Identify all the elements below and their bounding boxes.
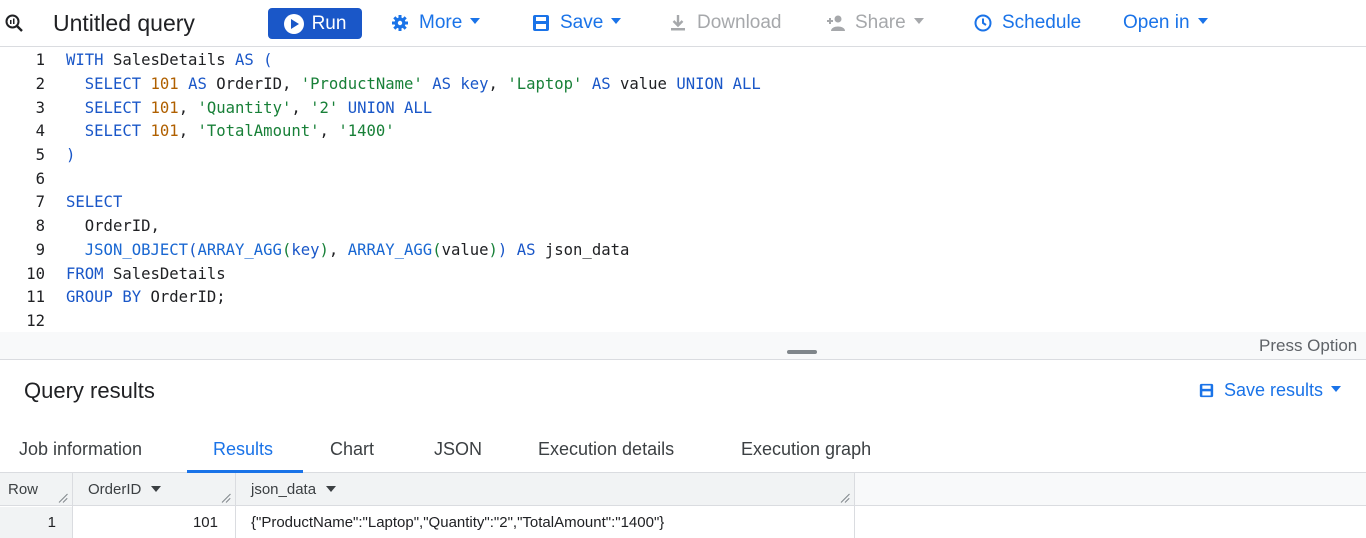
- code-line: ): [66, 146, 76, 164]
- line-number: 4: [35, 122, 45, 140]
- save-button[interactable]: Save: [531, 0, 622, 46]
- keyboard-hint: Press Option: [1259, 336, 1358, 355]
- column-header-orderid[interactable]: OrderID: [88, 473, 162, 506]
- results-tabs: Job information Results Chart JSON Execu…: [0, 428, 1366, 473]
- chevron-down-icon: [470, 18, 481, 24]
- line-number: 6: [35, 170, 45, 188]
- query-title[interactable]: Untitled query: [53, 0, 195, 46]
- code-line: WITH SalesDetails AS (: [66, 51, 273, 69]
- results-title: Query results: [24, 378, 155, 403]
- save-results-label: Save results: [1224, 380, 1324, 400]
- tab-results[interactable]: Results: [213, 428, 273, 473]
- column-header-json-data[interactable]: json_data: [251, 473, 337, 506]
- column-header-label: json_data: [251, 481, 317, 498]
- table-cell-orderid[interactable]: 101: [72, 507, 218, 538]
- play-icon: [283, 13, 304, 34]
- table-cell-json-data[interactable]: {"ProductName":"Laptop","Quantity":"2","…: [251, 507, 664, 538]
- column-header-label: OrderID: [88, 481, 142, 498]
- open-in-button[interactable]: Open in: [1123, 0, 1208, 46]
- column-resize-handle[interactable]: [59, 493, 68, 502]
- column-resize-handle[interactable]: [841, 493, 850, 502]
- chevron-down-icon: [1331, 385, 1342, 392]
- line-number: 8: [35, 217, 45, 235]
- query-icon: [4, 0, 26, 46]
- save-results-button[interactable]: Save results: [1198, 380, 1342, 401]
- query-toolbar: Untitled query Run More Save Download Sh…: [0, 0, 1366, 47]
- save-label: Save: [560, 12, 604, 33]
- line-number: 2: [35, 75, 45, 93]
- pane-resize-handle[interactable]: [787, 350, 817, 354]
- code-line: GROUP BY OrderID;: [66, 288, 226, 306]
- row-number-cell: 1: [47, 514, 56, 531]
- tab-execution-graph[interactable]: Execution graph: [741, 428, 871, 473]
- tab-json[interactable]: JSON: [434, 428, 482, 473]
- code-line: SELECT: [66, 193, 123, 211]
- run-button[interactable]: Run: [268, 8, 362, 39]
- sql-editor[interactable]: 1 2 3 4 5 6 7 8 9 10 11 12 WITH SalesDet…: [0, 48, 1366, 332]
- line-number: 7: [35, 193, 45, 211]
- line-number: 1: [35, 51, 45, 69]
- add-person-icon: [826, 13, 846, 33]
- chevron-down-icon: [913, 18, 924, 24]
- code-line: OrderID,: [66, 217, 160, 235]
- results-table-header: Row OrderID json_data: [0, 473, 854, 506]
- chevron-down-icon: [611, 18, 622, 24]
- chevron-down-icon: [1197, 18, 1208, 24]
- tab-chart[interactable]: Chart: [330, 428, 374, 473]
- more-button[interactable]: More: [390, 0, 481, 46]
- save-icon: [1198, 383, 1214, 399]
- schedule-label: Schedule: [1002, 12, 1082, 33]
- line-number: 10: [26, 265, 45, 283]
- line-number: 11: [26, 288, 45, 306]
- code-line: SELECT 101 AS OrderID, 'ProductName' AS …: [84, 75, 761, 93]
- column-header-row: Row: [8, 481, 39, 498]
- chevron-down-icon: [151, 486, 162, 492]
- chevron-down-icon: [326, 486, 337, 492]
- more-label: More: [419, 12, 463, 33]
- column-resize-handle[interactable]: [222, 493, 231, 502]
- line-number: 5: [35, 146, 45, 164]
- run-label: Run: [311, 12, 347, 34]
- code-line: SELECT 101, 'Quantity', '2' UNION ALL: [84, 99, 433, 117]
- gear-icon: [390, 13, 410, 33]
- code-line: FROM SalesDetails: [66, 265, 226, 283]
- clock-icon: [973, 13, 993, 33]
- tab-execution-details[interactable]: Execution details: [538, 428, 674, 473]
- download-icon: [668, 13, 688, 33]
- editor-status-bar: [0, 332, 1366, 360]
- download-button[interactable]: Download: [668, 0, 782, 46]
- line-number: 12: [26, 312, 45, 330]
- code-line: JSON_OBJECT(ARRAY_AGG(key), ARRAY_AGG(va…: [84, 241, 630, 259]
- share-button[interactable]: Share: [826, 0, 924, 46]
- column-divider: [854, 473, 855, 538]
- save-icon: [531, 13, 551, 33]
- open-in-label: Open in: [1123, 12, 1190, 33]
- download-label: Download: [697, 12, 782, 33]
- code-line: SELECT 101, 'TotalAmount', '1400': [84, 122, 395, 140]
- schedule-button[interactable]: Schedule: [973, 0, 1081, 46]
- line-number: 9: [35, 241, 45, 259]
- column-divider: [235, 473, 236, 538]
- table-empty-area: [854, 473, 1366, 506]
- tab-job-information[interactable]: Job information: [19, 428, 142, 473]
- share-label: Share: [855, 12, 906, 33]
- line-number: 3: [35, 99, 45, 117]
